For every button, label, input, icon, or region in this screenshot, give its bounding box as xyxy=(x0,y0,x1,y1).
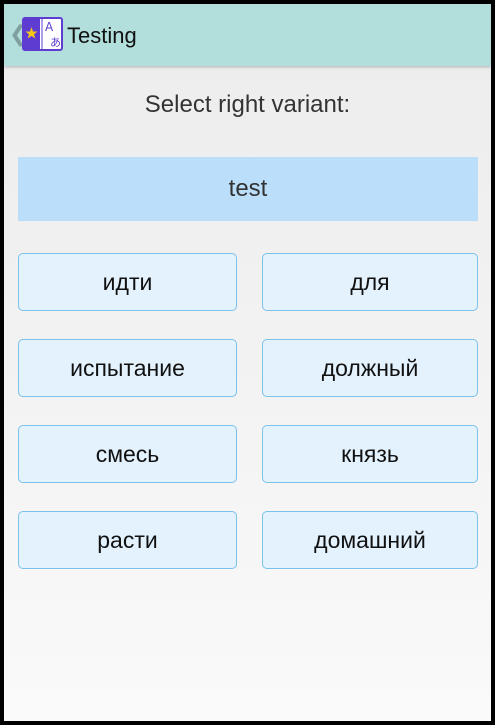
answer-option-button[interactable]: домашний xyxy=(262,511,478,569)
dictionary-book-icon[interactable]: A あ xyxy=(22,17,63,51)
screen: ❮ A あ Testing Select right variant: test… xyxy=(4,4,491,721)
app-bar: ❮ A あ Testing xyxy=(4,4,491,66)
answer-option-button[interactable]: расти xyxy=(18,511,237,569)
answer-option-button[interactable]: идти xyxy=(18,253,237,311)
icon-glyph-hiragana: あ xyxy=(50,36,61,49)
answer-option-button[interactable]: смесь xyxy=(18,425,237,483)
answer-option-button[interactable]: испытание xyxy=(18,339,237,397)
answer-option-button[interactable]: для xyxy=(262,253,478,311)
answer-option-button[interactable]: должный xyxy=(262,339,478,397)
app-title: Testing xyxy=(67,23,137,48)
instruction-text: Select right variant: xyxy=(144,91,351,118)
icon-glyph-a: A xyxy=(45,20,54,34)
answer-option-button[interactable]: князь xyxy=(262,425,478,483)
question-word: test xyxy=(18,157,478,221)
